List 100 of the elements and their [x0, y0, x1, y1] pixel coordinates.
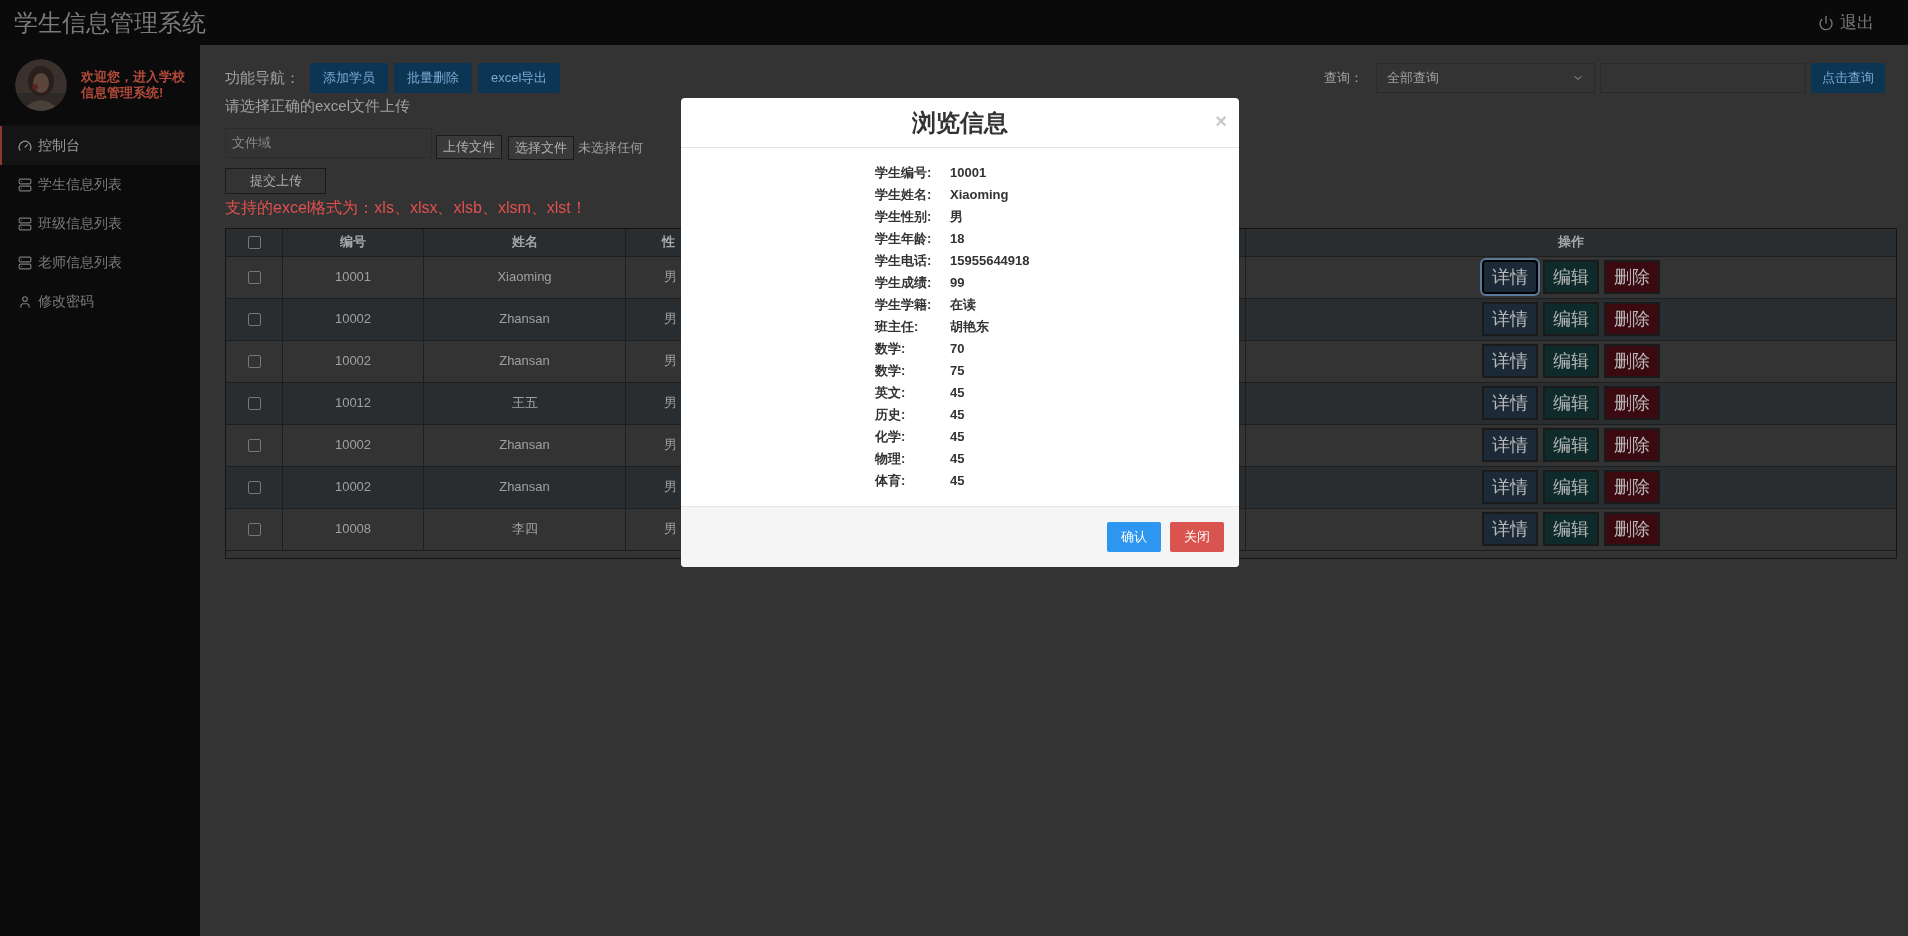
- table-cell-text: 10002: [334, 310, 372, 329]
- checkbox[interactable]: [247, 522, 261, 536]
- column-header: 操作: [1558, 233, 1584, 252]
- field-label: 数学:: [875, 340, 907, 359]
- table-cell-text: 10012: [334, 394, 372, 413]
- delete-button[interactable]: 删除: [1604, 386, 1660, 420]
- table-cell-text: 男: [664, 436, 677, 455]
- edit-button[interactable]: 编辑: [1543, 428, 1599, 462]
- field-value: 45: [950, 450, 965, 469]
- edit-button[interactable]: 编辑: [1543, 512, 1599, 546]
- list-icon: [18, 216, 32, 231]
- column-header: 编号: [340, 233, 366, 252]
- field-label: 物理:: [875, 450, 907, 469]
- field-label: 学生学籍:: [875, 296, 933, 315]
- power-icon: [1818, 14, 1834, 31]
- toolbar-button[interactable]: excel导出: [478, 63, 561, 93]
- field-label: 学生姓名:: [875, 186, 933, 205]
- checkbox[interactable]: [247, 438, 261, 452]
- table-cell-text: 10001: [334, 268, 372, 287]
- details-button[interactable]: 详情: [1482, 470, 1538, 504]
- edit-button[interactable]: 编辑: [1543, 344, 1599, 378]
- field-label: 数学:: [875, 362, 907, 381]
- upload-button[interactable]: 上传文件: [436, 134, 502, 159]
- sidebar-item[interactable]: 老师信息列表: [0, 243, 200, 282]
- field-value: 45: [950, 384, 965, 403]
- table-cell-text: 男: [664, 268, 677, 287]
- field-value: 在读: [950, 296, 976, 315]
- delete-button[interactable]: 删除: [1604, 302, 1660, 336]
- checkbox[interactable]: [247, 312, 261, 326]
- sidebar-item[interactable]: 控制台: [0, 126, 200, 165]
- gauge-icon: [18, 138, 32, 153]
- table-cell-text: 男: [664, 394, 677, 413]
- table-cell-text: 10002: [334, 352, 372, 371]
- no-file-text: 未选择任何: [578, 138, 643, 157]
- upload-hint: 请选择正确的excel文件上传: [225, 96, 412, 116]
- format-note: 支持的excel格式为：xls、xlsx、xlsb、xlsm、xlst！: [225, 197, 588, 218]
- field-value: 18: [950, 230, 965, 249]
- field-label: 学生成绩:: [875, 274, 933, 293]
- field-value: 10001: [950, 164, 987, 183]
- field-label: 英文:: [875, 384, 907, 403]
- edit-button[interactable]: 编辑: [1543, 302, 1599, 336]
- table-cell-text: 男: [664, 520, 677, 539]
- field-value: 45: [950, 428, 965, 447]
- delete-button[interactable]: 删除: [1604, 260, 1660, 294]
- details-button[interactable]: 详情: [1482, 386, 1538, 420]
- delete-button[interactable]: 删除: [1604, 512, 1660, 546]
- field-label: 历史:: [875, 406, 907, 425]
- welcome-text: 欢迎您，进入学校信息管理系统!: [81, 69, 185, 101]
- logout-button[interactable]: 退出: [1818, 9, 1874, 36]
- field-value: 胡艳东: [950, 318, 989, 337]
- checkbox[interactable]: [247, 270, 261, 284]
- list-icon: [18, 177, 32, 192]
- toolbar-button[interactable]: 添加学员: [310, 63, 388, 93]
- table-cell-text: Zhansan: [499, 352, 550, 371]
- checkbox[interactable]: [247, 396, 261, 410]
- details-button[interactable]: 详情: [1482, 260, 1538, 294]
- dialog-title: 浏览信息: [912, 107, 1008, 138]
- sidebar-item[interactable]: 学生信息列表: [0, 165, 200, 204]
- field-value: Xiaoming: [950, 186, 1009, 205]
- column-header: 性: [662, 233, 675, 252]
- field-value: 99: [950, 274, 965, 293]
- query-button[interactable]: 点击查询: [1811, 63, 1885, 93]
- field-label: 学生年龄:: [875, 230, 933, 249]
- delete-button[interactable]: 删除: [1604, 428, 1660, 462]
- query-label: 查询：: [1324, 69, 1363, 88]
- table-cell-text: Zhansan: [499, 478, 550, 497]
- edit-button[interactable]: 编辑: [1543, 470, 1599, 504]
- toolbar-button[interactable]: 批量删除: [394, 63, 472, 93]
- table-cell-text: 男: [664, 352, 677, 371]
- edit-button[interactable]: 编辑: [1543, 260, 1599, 294]
- nav-label: 功能导航：: [225, 67, 300, 88]
- table-cell-text: 10008: [334, 520, 372, 539]
- delete-button[interactable]: 删除: [1604, 470, 1660, 504]
- table-cell-text: 男: [664, 478, 677, 497]
- edit-button[interactable]: 编辑: [1543, 386, 1599, 420]
- field-label: 班主任:: [875, 318, 920, 337]
- field-label: 学生电话:: [875, 252, 933, 271]
- query-select[interactable]: 全部查询: [1376, 63, 1595, 93]
- details-button[interactable]: 详情: [1482, 302, 1538, 336]
- details-button[interactable]: 详情: [1482, 428, 1538, 462]
- sidebar-item[interactable]: 修改密码: [0, 282, 200, 321]
- checkbox[interactable]: [247, 480, 261, 494]
- sidebar-item[interactable]: 班级信息列表: [0, 204, 200, 243]
- field-value: 70: [950, 340, 965, 359]
- details-button[interactable]: 详情: [1482, 344, 1538, 378]
- field-value: 15955644918: [950, 252, 1030, 271]
- table-cell-text: Zhansan: [499, 436, 550, 455]
- details-button[interactable]: 详情: [1482, 512, 1538, 546]
- choose-file-button[interactable]: 选择文件: [508, 135, 574, 160]
- delete-button[interactable]: 删除: [1604, 344, 1660, 378]
- checkbox[interactable]: [247, 235, 261, 249]
- table-cell-text: 10002: [334, 436, 372, 455]
- submit-upload-button[interactable]: 提交上传: [225, 167, 326, 194]
- field-value: 45: [950, 406, 965, 425]
- table-cell-text: Zhansan: [499, 310, 550, 329]
- table-cell-text: Xiaoming: [497, 268, 552, 287]
- field-label: 化学:: [875, 428, 907, 447]
- close-dialog-button[interactable]: 关闭: [1170, 522, 1224, 552]
- checkbox[interactable]: [247, 354, 261, 368]
- file-field[interactable]: 文件域: [225, 127, 432, 158]
